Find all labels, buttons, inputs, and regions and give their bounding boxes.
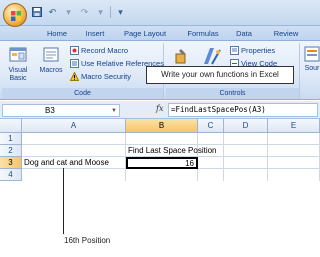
row-header-4[interactable]: 4 (0, 169, 22, 181)
warning-icon (70, 72, 79, 81)
tab-review[interactable]: Review (268, 27, 304, 40)
macros-button[interactable]: Macros (37, 46, 65, 75)
cell-a1[interactable] (22, 133, 126, 145)
record-macro-button[interactable]: Record Macro (70, 46, 128, 55)
qat-separator (110, 6, 111, 18)
cell-e2[interactable] (268, 145, 320, 157)
relative-references-icon (70, 59, 79, 68)
properties-button[interactable]: Properties (230, 46, 275, 55)
select-all-corner[interactable] (0, 119, 22, 133)
record-macro-icon (70, 46, 79, 55)
source-label: Sour (304, 65, 320, 72)
column-header-a[interactable]: A (22, 119, 126, 133)
tab-home[interactable]: Home (40, 27, 74, 40)
visual-basic-button[interactable]: Visual Basic (4, 46, 32, 83)
cell-a4[interactable] (22, 169, 126, 181)
formula-input[interactable]: =FindLastSpacePos(A3) (168, 103, 318, 117)
cell-c2[interactable] (198, 145, 224, 157)
cell-a3[interactable]: Dog and cat and Moose (22, 157, 126, 169)
cell-c3[interactable] (198, 157, 224, 169)
cell-b1[interactable] (126, 133, 198, 145)
cell-d1[interactable] (224, 133, 268, 145)
code-group-label: Code (2, 88, 163, 99)
customize-icon[interactable]: ▾ (114, 6, 127, 18)
annotation-pointer (63, 168, 64, 234)
cell-c4[interactable] (198, 169, 224, 181)
cell-c1[interactable] (198, 133, 224, 145)
macros-label: Macros (39, 67, 63, 74)
chevron-down-icon[interactable]: ▼ (111, 106, 117, 117)
formula-bar: B3 ▼ fx =FindLastSpacePos(A3) (0, 101, 320, 119)
redo-icon[interactable]: ↷ (78, 6, 91, 18)
office-button[interactable] (3, 3, 27, 27)
title-bar: ↶ ▾ ↷ ▾ ▾ (0, 0, 320, 27)
properties-icon (230, 46, 239, 55)
record-macro-label: Record Macro (81, 46, 129, 55)
cell-e3[interactable] (268, 157, 320, 169)
callout-label: Write your own functions in Excel (146, 66, 294, 84)
row-header-2[interactable]: 2 (0, 145, 22, 157)
tab-formulas[interactable]: Formulas (183, 27, 223, 40)
code-group: Visual Basic Macros Record Macro Use Rel… (2, 43, 164, 99)
source-button[interactable]: Sour (303, 46, 320, 73)
row-header-3[interactable]: 3 (0, 157, 22, 169)
insert-controls-icon (175, 49, 186, 64)
cell-b4[interactable] (126, 169, 198, 181)
column-header-c[interactable]: C (198, 119, 224, 133)
cell-e1[interactable] (268, 133, 320, 145)
name-box-value: B3 (45, 106, 55, 115)
cell-b3[interactable]: 16 (126, 157, 198, 169)
tab-insert[interactable]: Insert (80, 27, 110, 40)
cell-d3[interactable] (224, 157, 268, 169)
ribbon-tabs: Home Insert Page Layout Formulas Data Re… (0, 26, 320, 40)
quick-access-toolbar: ↶ ▾ ↷ ▾ ▾ (30, 6, 127, 18)
xml-group: Sour (302, 43, 320, 99)
office-logo-icon (11, 11, 21, 21)
insert-function-icon[interactable]: fx (156, 104, 163, 113)
row-header-1[interactable]: 1 (0, 133, 22, 145)
visual-basic-icon (9, 47, 27, 62)
column-header-b[interactable]: B (126, 119, 198, 133)
name-box[interactable]: B3 ▼ (2, 104, 120, 117)
macros-icon (43, 47, 59, 62)
source-icon (304, 46, 320, 62)
cell-d4[interactable] (224, 169, 268, 181)
cell-d2[interactable] (224, 145, 268, 157)
macro-security-label: Macro Security (81, 72, 132, 81)
cell-b2[interactable]: Find Last Space Position (126, 145, 217, 157)
tab-data[interactable]: Data (232, 27, 256, 40)
undo-dropdown-icon[interactable]: ▾ (62, 6, 75, 18)
column-header-d[interactable]: D (224, 119, 268, 133)
worksheet-grid: A B C D E 1 2 3 4 Find Last Space Positi… (0, 119, 320, 181)
annotation-label: 16th Position (64, 236, 111, 245)
tab-page-layout[interactable]: Page Layout (120, 27, 170, 40)
macro-security-button[interactable]: Macro Security (70, 72, 131, 81)
undo-icon[interactable]: ↶ (46, 6, 59, 18)
cell-e4[interactable] (268, 169, 320, 181)
properties-label: Properties (241, 46, 276, 55)
visual-basic-label: Visual Basic (8, 67, 28, 82)
redo-dropdown-icon[interactable]: ▾ (94, 6, 107, 18)
column-header-e[interactable]: E (268, 119, 320, 133)
cell-a2[interactable] (22, 145, 126, 157)
save-icon[interactable] (30, 6, 43, 18)
design-mode-icon (204, 48, 221, 65)
controls-group-label: Controls (166, 88, 299, 99)
